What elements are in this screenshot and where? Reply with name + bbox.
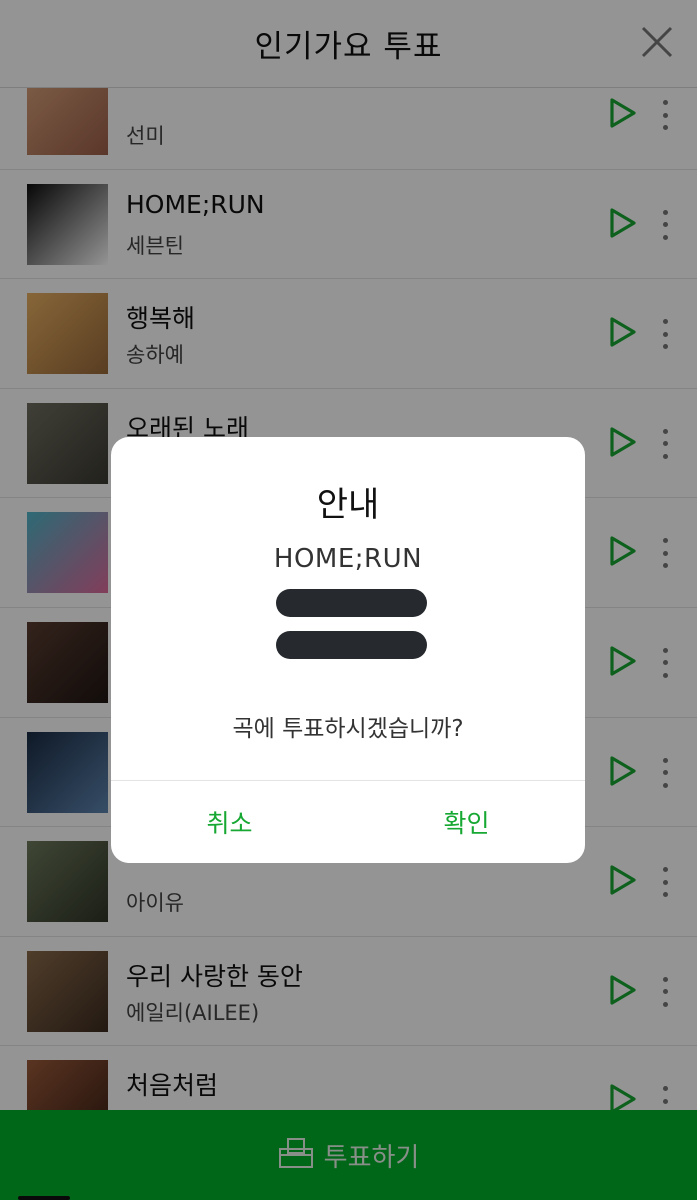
dialog-song-title: HOME;RUN <box>273 544 423 574</box>
redacted-text <box>276 631 427 659</box>
cancel-button[interactable]: 취소 <box>111 781 348 863</box>
confirm-button[interactable]: 확인 <box>348 781 585 863</box>
dialog-title: 안내 <box>316 485 380 525</box>
confirm-dialog: 안내 HOME;RUN 곡에 투표하시겠습니까? 취소 확인 <box>111 437 585 863</box>
vote-page: 인기가요 투표 선미HOME;RUN세븐틴행복해송하예오래된 노래스탠딩 에그아… <box>0 0 697 1200</box>
redacted-text <box>276 589 427 617</box>
dialog-message: 곡에 투표하시겠습니까? <box>232 716 464 742</box>
